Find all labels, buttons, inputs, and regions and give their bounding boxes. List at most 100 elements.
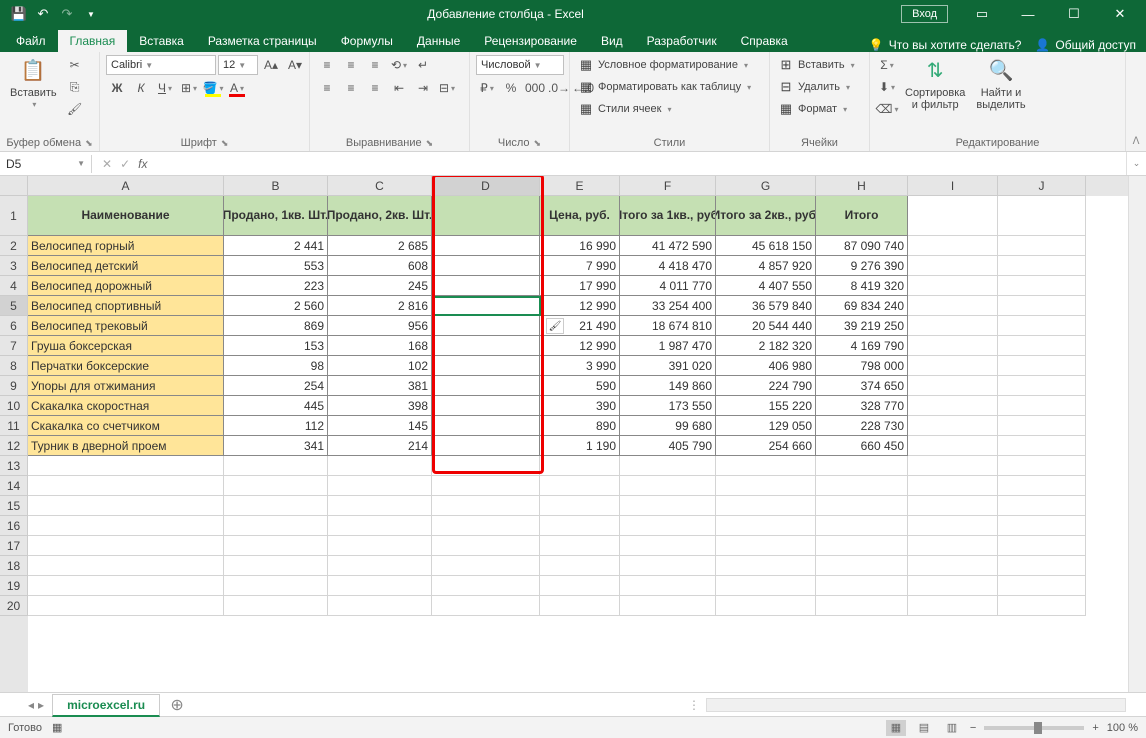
empty-cell[interactable]	[716, 596, 816, 616]
collapse-ribbon-icon[interactable]: ᐱ	[1126, 52, 1146, 151]
vertical-scrollbar[interactable]	[1128, 176, 1146, 692]
data-cell[interactable]: 7 990	[540, 256, 620, 276]
wrap-text-icon[interactable]: ↵	[412, 55, 434, 75]
format-as-table-button[interactable]: ▦Форматировать как таблицу▾	[576, 77, 753, 97]
tab-review[interactable]: Рецензирование	[472, 30, 589, 52]
sheet-tab[interactable]: microexcel.ru	[52, 694, 160, 717]
empty-cell[interactable]	[328, 536, 432, 556]
data-cell[interactable]: 69 834 240	[816, 296, 908, 316]
row-header-2[interactable]: 2	[0, 236, 28, 256]
data-cell[interactable]	[432, 396, 540, 416]
empty-cell[interactable]	[998, 576, 1086, 596]
row-header-3[interactable]: 3	[0, 256, 28, 276]
save-icon[interactable]: 💾	[8, 3, 30, 25]
align-middle-icon[interactable]: ≡	[340, 55, 362, 75]
empty-cell[interactable]	[998, 556, 1086, 576]
data-cell[interactable]: 608	[328, 256, 432, 276]
data-cell[interactable]: 4 011 770	[620, 276, 716, 296]
italic-icon[interactable]: К	[130, 78, 152, 98]
empty-cell[interactable]	[716, 456, 816, 476]
empty-cell[interactable]	[620, 536, 716, 556]
row-header-12[interactable]: 12	[0, 436, 28, 456]
tell-me-search[interactable]: 💡Что вы хотите сделать?	[869, 38, 1022, 52]
data-cell[interactable]: 9 276 390	[816, 256, 908, 276]
align-right-icon[interactable]: ≡	[364, 78, 386, 98]
header-cell[interactable]: Итого за 1кв., руб.	[620, 196, 716, 236]
row-header-11[interactable]: 11	[0, 416, 28, 436]
row-header-10[interactable]: 10	[0, 396, 28, 416]
number-format-combo[interactable]: Числовой▼	[476, 55, 564, 75]
data-cell[interactable]: 2 560	[224, 296, 328, 316]
undo-icon[interactable]: ↶	[32, 3, 54, 25]
empty-cell[interactable]	[28, 576, 224, 596]
data-cell[interactable]: 4 169 790	[816, 336, 908, 356]
data-cell[interactable]	[432, 376, 540, 396]
empty-cell[interactable]	[620, 516, 716, 536]
data-cell[interactable]: 245	[328, 276, 432, 296]
empty-cell[interactable]	[908, 536, 998, 556]
empty-cell[interactable]	[224, 476, 328, 496]
empty-cell[interactable]	[28, 516, 224, 536]
tab-view[interactable]: Вид	[589, 30, 635, 52]
data-cell[interactable]: 18 674 810	[620, 316, 716, 336]
empty-cell[interactable]	[432, 556, 540, 576]
empty-cell[interactable]	[716, 576, 816, 596]
column-header-A[interactable]: A	[28, 176, 224, 196]
expand-formula-bar-icon[interactable]: ⌄	[1126, 152, 1146, 175]
tab-developer[interactable]: Разработчик	[635, 30, 729, 52]
align-top-icon[interactable]: ≡	[316, 55, 338, 75]
row-header-19[interactable]: 19	[0, 576, 28, 596]
column-header-C[interactable]: C	[328, 176, 432, 196]
copy-icon[interactable]: ⎘	[64, 77, 86, 97]
empty-cell[interactable]	[908, 556, 998, 576]
empty-cell[interactable]	[620, 456, 716, 476]
data-cell[interactable]: 405 790	[620, 436, 716, 456]
data-cell[interactable]	[998, 316, 1086, 336]
fill-icon[interactable]: ⬇▾	[876, 77, 898, 97]
row-header-9[interactable]: 9	[0, 376, 28, 396]
formula-input[interactable]	[157, 162, 1126, 166]
conditional-formatting-button[interactable]: ▦Условное форматирование▾	[576, 55, 750, 75]
empty-cell[interactable]	[224, 456, 328, 476]
data-cell[interactable]: Турник в дверной проем	[28, 436, 224, 456]
cut-icon[interactable]: ✂	[64, 55, 86, 75]
data-cell[interactable]	[908, 436, 998, 456]
empty-cell[interactable]	[816, 536, 908, 556]
number-launcher-icon[interactable]: ⬊	[534, 138, 542, 149]
data-cell[interactable]: Велосипед спортивный	[28, 296, 224, 316]
empty-cell[interactable]	[816, 516, 908, 536]
empty-cell[interactable]	[328, 476, 432, 496]
align-left-icon[interactable]: ≡	[316, 78, 338, 98]
data-cell[interactable]: 254 660	[716, 436, 816, 456]
data-cell[interactable]: 98	[224, 356, 328, 376]
spreadsheet-grid[interactable]: ABCDEFGHIJ 12345678910111213141516171819…	[0, 176, 1146, 692]
empty-cell[interactable]	[224, 516, 328, 536]
insert-cells-button[interactable]: ⊞Вставить▾	[776, 55, 857, 75]
header-cell[interactable]: Продано, 2кв. Шт.	[328, 196, 432, 236]
data-cell[interactable]	[998, 436, 1086, 456]
data-cell[interactable]	[908, 316, 998, 336]
data-cell[interactable]	[908, 236, 998, 256]
empty-cell[interactable]	[816, 556, 908, 576]
empty-cell[interactable]	[998, 516, 1086, 536]
empty-cell[interactable]	[28, 556, 224, 576]
bold-icon[interactable]: Ж	[106, 78, 128, 98]
comma-icon[interactable]: 000	[524, 78, 546, 98]
qat-dropdown-icon[interactable]: ▼	[80, 3, 102, 25]
increase-font-icon[interactable]: A▴	[260, 55, 282, 75]
data-cell[interactable]: 2 816	[328, 296, 432, 316]
data-cell[interactable]: 381	[328, 376, 432, 396]
name-box[interactable]: D5▼	[0, 155, 92, 173]
select-all-corner[interactable]	[0, 176, 28, 196]
percent-icon[interactable]: %	[500, 78, 522, 98]
data-cell[interactable]: 12 990	[540, 336, 620, 356]
merge-icon[interactable]: ⊟▾	[436, 78, 458, 98]
data-cell[interactable]	[908, 396, 998, 416]
empty-cell[interactable]	[432, 456, 540, 476]
tab-data[interactable]: Данные	[405, 30, 472, 52]
empty-cell[interactable]	[908, 476, 998, 496]
empty-cell[interactable]	[224, 596, 328, 616]
data-cell[interactable]	[908, 356, 998, 376]
empty-cell[interactable]	[998, 536, 1086, 556]
data-cell[interactable]: Скакалка со счетчиком	[28, 416, 224, 436]
